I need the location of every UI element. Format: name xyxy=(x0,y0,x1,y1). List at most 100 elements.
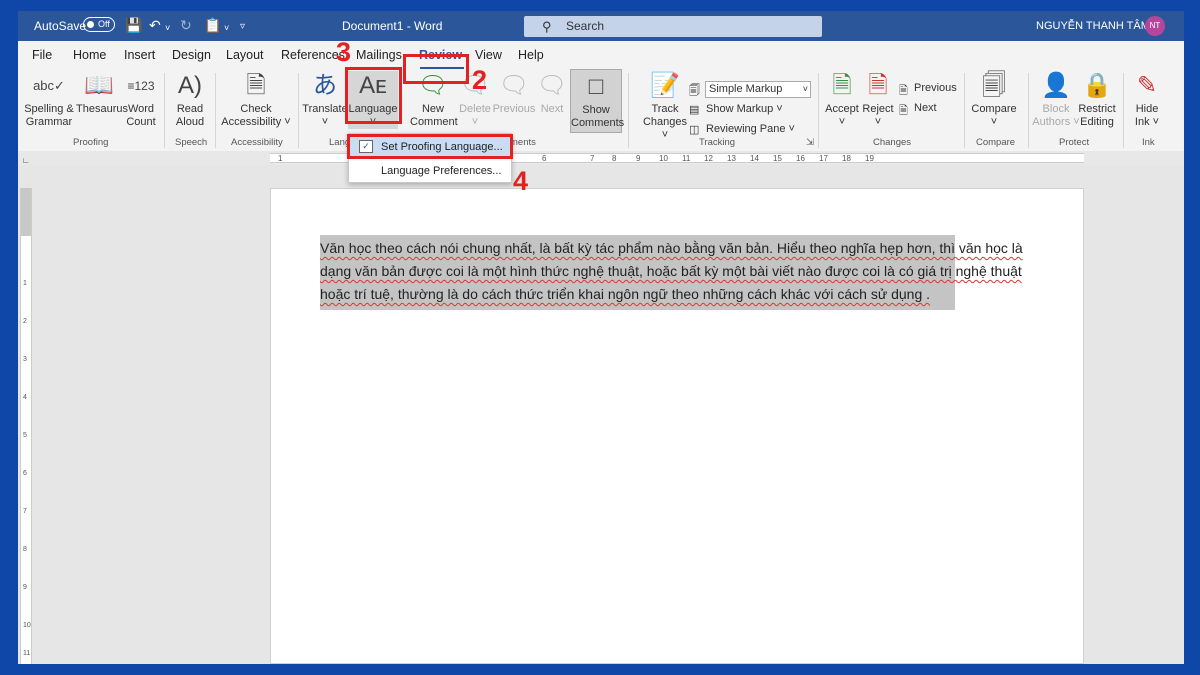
compare-label: Compare xyxy=(971,103,1017,115)
lock-icon: 🔒 xyxy=(1082,72,1112,99)
accept-icon: 🗎 xyxy=(832,72,852,99)
markup-icon: 🗐 xyxy=(689,85,700,97)
compare-icon: 🗐 xyxy=(982,72,1006,99)
word-window: AutoSave Off 💾 ↶ ˅ ↻ 📋 ˅ ▿ Document1 - W… xyxy=(18,11,1184,664)
ruler-number: 10 xyxy=(23,622,31,629)
tab-design[interactable]: Design xyxy=(172,48,211,62)
next-comment-button: 🗨 Next xyxy=(536,71,568,116)
block-label: Block xyxy=(1042,103,1070,115)
horizontal-ruler[interactable]: 1 1 2 3 4 5 6 7 8 9 10 11 12 13 14 15 16… xyxy=(18,151,1184,165)
previous-label: Previous xyxy=(492,103,536,115)
hide-ink-icon: ✎ xyxy=(1136,72,1158,99)
read-aloud-label-2: Aloud xyxy=(175,116,205,128)
save-icon[interactable]: 💾 xyxy=(125,17,142,33)
check-accessibility-button[interactable]: 🗎 Check Accessibility ˅ xyxy=(220,71,292,129)
clipboard-icon[interactable]: 📋 xyxy=(204,17,221,33)
group-separator xyxy=(1028,73,1029,148)
ruler-number: 4 xyxy=(23,394,27,401)
autosave-label: AutoSave xyxy=(34,19,87,33)
group-label-accessibility: Accessibility xyxy=(231,137,283,148)
reviewing-pane-button[interactable]: Reviewing Pane ˅ xyxy=(706,123,795,135)
tab-help[interactable]: Help xyxy=(518,48,544,62)
ruler-number: 7 xyxy=(23,508,27,515)
previous-change-icon: 🗎 xyxy=(899,85,908,97)
tab-selector-icon[interactable]: ∟ xyxy=(22,156,30,165)
search-placeholder: Search xyxy=(566,19,605,33)
tab-mailings[interactable]: Mailings xyxy=(356,48,402,62)
next-change-button[interactable]: Next xyxy=(914,102,937,114)
group-label-tracking: Tracking xyxy=(699,137,736,148)
group-separator xyxy=(818,73,819,148)
compare-dropdown-icon: ˅ xyxy=(990,116,998,128)
title-bar: AutoSave Off 💾 ↶ ˅ ↻ 📋 ˅ ▿ Document1 - W… xyxy=(18,11,1184,41)
previous-change-button[interactable]: Previous xyxy=(914,82,957,94)
restrict-editing-button[interactable]: 🔒 Restrict Editing xyxy=(1076,71,1118,129)
ruler-number: 14 xyxy=(750,154,759,163)
vertical-ruler-margin xyxy=(21,188,31,236)
highlight-review-tab xyxy=(403,54,469,84)
ruler-number: 1 xyxy=(278,154,283,163)
thesaurus-button[interactable]: 📖 Thesaurus xyxy=(76,71,128,116)
accept-dropdown-icon: ˅ xyxy=(838,116,846,128)
avatar[interactable]: NT xyxy=(1145,16,1165,36)
comments-label: Comments xyxy=(571,117,625,129)
autosave-toggle[interactable]: Off xyxy=(83,17,115,32)
group-separator xyxy=(164,73,165,148)
comment-label: Comment xyxy=(410,116,458,128)
read-aloud-button[interactable]: A) Read Aloud xyxy=(170,71,210,129)
block-authors-button: 👤 Block Authors ˅ xyxy=(1032,71,1080,129)
hide-ink-button[interactable]: ✎ Hide Ink ˅ xyxy=(1128,71,1166,129)
tab-layout[interactable]: Layout xyxy=(226,48,264,62)
group-separator xyxy=(215,73,216,148)
reject-button[interactable]: 🗎 Reject ˅ xyxy=(860,71,896,129)
show-markup-icon: ▤ xyxy=(689,104,700,116)
markup-select[interactable]: Simple Markup ˅ xyxy=(705,81,811,98)
accessibility-label: Accessibility ˅ xyxy=(221,116,291,128)
group-label-changes: Changes xyxy=(873,137,912,148)
ruler-number: 18 xyxy=(842,154,851,163)
clipboard-dropdown-icon[interactable]: ˅ xyxy=(224,20,229,36)
ruler-number: 10 xyxy=(659,154,668,163)
show-comments-button[interactable]: □ Show Comments xyxy=(570,69,625,133)
ruler-number: 9 xyxy=(23,584,27,591)
show-comments-icon: □ xyxy=(588,73,604,100)
word-count-label: Word xyxy=(127,103,155,115)
chevron-down-icon: ˅ xyxy=(802,84,808,94)
previous-comment-icon: 🗨 xyxy=(498,72,530,99)
spelling-grammar-button[interactable]: abc✓ Spelling & Grammar xyxy=(24,71,74,129)
authors-label: Authors ˅ xyxy=(1032,116,1080,128)
tab-view[interactable]: View xyxy=(475,48,502,62)
track-changes-button[interactable]: 📝 Track Changes ˅ xyxy=(642,71,688,142)
ruler-number: 17 xyxy=(819,154,828,163)
search-box[interactable]: ⚲ Search xyxy=(524,16,822,37)
language-preferences-label: Language Preferences... xyxy=(381,165,502,177)
word-count-button[interactable]: ≡123 Word Count xyxy=(124,71,158,129)
tab-file[interactable]: File xyxy=(32,48,52,62)
document-page[interactable]: Văn học theo cách nói chung nhất, là bất… xyxy=(270,188,1084,664)
translate-button[interactable]: あ Translate ˅ xyxy=(302,71,348,129)
language-preferences-item[interactable]: Language Preferences... xyxy=(349,160,511,182)
compare-button[interactable]: 🗐 Compare ˅ xyxy=(968,71,1020,129)
tab-home[interactable]: Home xyxy=(73,48,106,62)
step-2-label: 2 xyxy=(472,65,488,95)
undo-icon[interactable]: ↶ xyxy=(149,17,161,33)
undo-dropdown-icon[interactable]: ˅ xyxy=(165,20,170,36)
vertical-ruler[interactable]: 1 2 3 4 5 6 7 8 9 10 11 xyxy=(20,188,32,664)
hide-label: Hide xyxy=(1135,103,1159,115)
new-label: New xyxy=(421,103,444,115)
ruler-number: 7 xyxy=(590,154,595,163)
menu-tabs: File Home Insert Design Layout Reference… xyxy=(18,41,1184,69)
tab-insert[interactable]: Insert xyxy=(124,48,155,62)
ruler-number: 1 xyxy=(23,280,27,287)
group-label-proofing: Proofing xyxy=(73,137,109,148)
translate-icon: あ xyxy=(313,72,337,99)
ruler-number: 13 xyxy=(727,154,736,163)
redo-icon: ↻ xyxy=(180,17,192,33)
accept-button[interactable]: 🗎 Accept ˅ xyxy=(822,71,862,129)
dialog-launcher-icon[interactable]: ⇲ xyxy=(806,137,814,148)
show-markup-button[interactable]: Show Markup ˅ xyxy=(706,103,783,115)
document-body-text[interactable]: Văn học theo cách nói chung nhất, là bất… xyxy=(320,237,1045,306)
customize-toolbar-icon[interactable]: ▿ xyxy=(240,19,245,35)
user-name[interactable]: NGUYỄN THANH TÂM xyxy=(1036,20,1150,32)
translate-dropdown-icon: ˅ xyxy=(321,116,329,128)
